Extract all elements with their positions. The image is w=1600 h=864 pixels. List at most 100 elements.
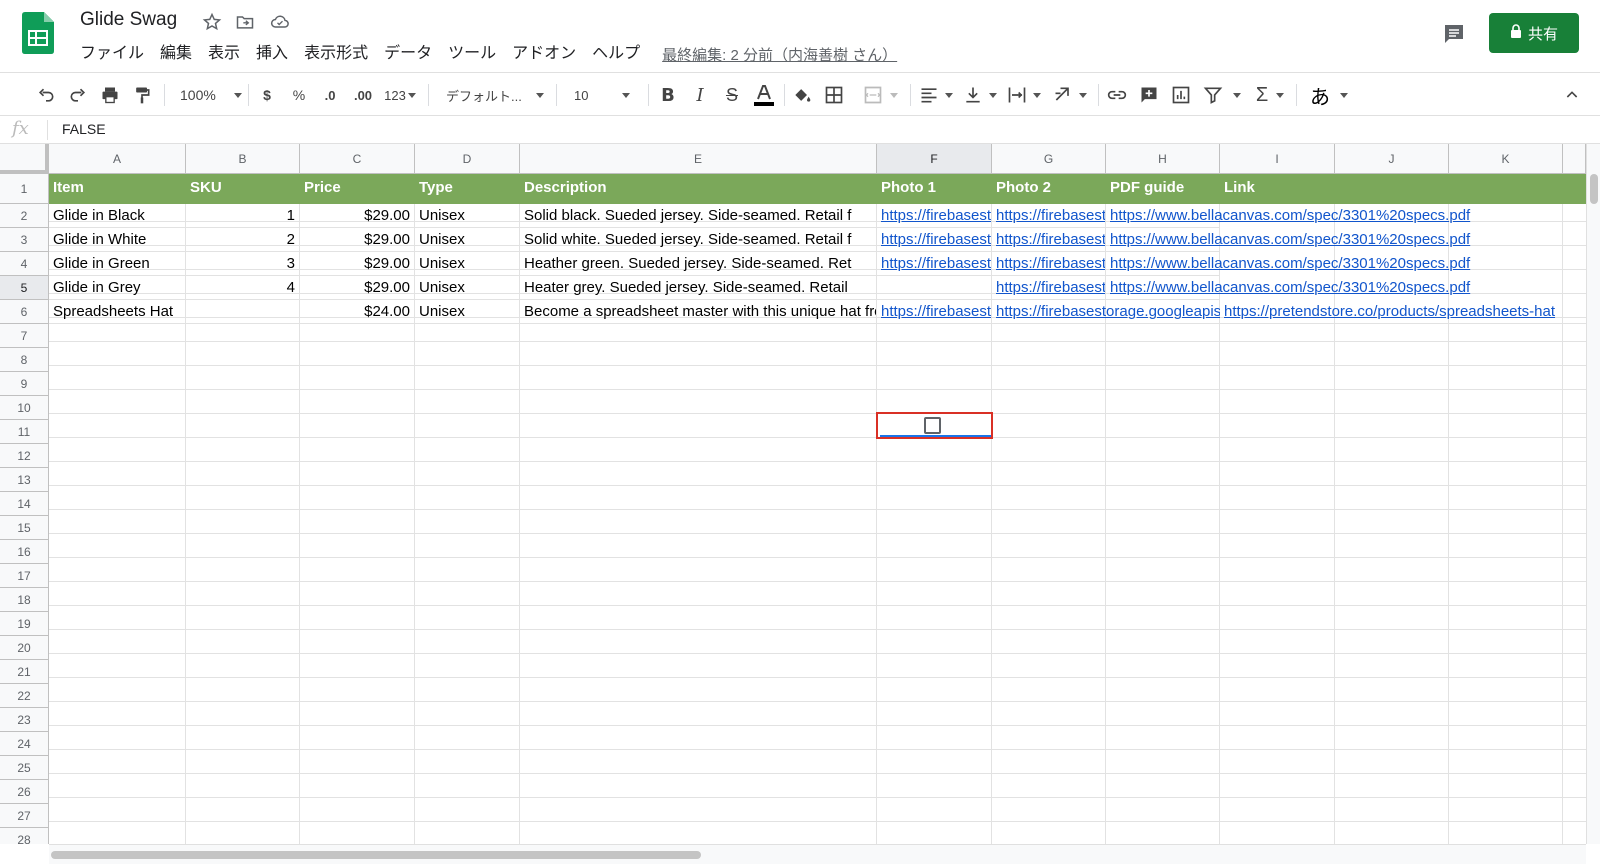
cell-type[interactable]: Unisex — [415, 300, 520, 324]
cell-price[interactable]: $29.00 — [300, 204, 415, 228]
row-header[interactable]: 22 — [0, 684, 49, 708]
column-header-f[interactable]: F — [877, 144, 992, 174]
header-cell[interactable]: Photo 1 — [877, 174, 992, 204]
cell-sku[interactable] — [186, 300, 300, 324]
redo-icon[interactable] — [66, 80, 90, 110]
header-cell[interactable]: PDF guide — [1106, 174, 1220, 204]
menu-help[interactable]: ヘルプ — [584, 42, 648, 66]
menu-edit[interactable]: 編集 — [152, 42, 200, 66]
cell-photo2-link[interactable]: https://firebasest — [992, 276, 1106, 300]
merge-cells-icon[interactable] — [856, 80, 904, 110]
row-header[interactable]: 1 — [0, 174, 49, 204]
cell-description[interactable]: Heater grey. Sueded jersey. Side-seamed.… — [520, 276, 877, 300]
row-header[interactable]: 20 — [0, 636, 49, 660]
row-header[interactable]: 12 — [0, 444, 49, 468]
filter-icon[interactable] — [1200, 80, 1244, 110]
cell-description[interactable]: Solid black. Sueded jersey. Side-seamed.… — [520, 204, 877, 228]
move-folder-icon[interactable] — [233, 10, 257, 34]
row-header[interactable]: 3 — [0, 228, 49, 252]
last-edit-link[interactable]: 最終編集: 2 分前（内海善樹 さん） — [662, 44, 897, 65]
align-horizontal-icon[interactable] — [916, 80, 956, 110]
cell-sku[interactable]: 1 — [186, 204, 300, 228]
comment-insert-icon[interactable] — [1136, 80, 1162, 110]
checkbox-icon[interactable] — [924, 417, 941, 434]
cell-sku[interactable]: 4 — [186, 276, 300, 300]
header-cell[interactable]: Photo 2 — [992, 174, 1106, 204]
collapse-icon[interactable] — [1560, 80, 1584, 110]
number-format-select[interactable]: 123 — [380, 80, 420, 110]
cell-sku[interactable]: 3 — [186, 252, 300, 276]
cell-price[interactable]: $24.00 — [300, 300, 415, 324]
column-header-h[interactable]: H — [1106, 144, 1220, 174]
cell-photo2-link[interactable]: https://firebasest — [992, 204, 1106, 228]
cell-type[interactable]: Unisex — [415, 204, 520, 228]
cell-pdf-link[interactable]: https://www.bellacanvas.com/spec/3301%20… — [1106, 276, 1470, 300]
column-header-e[interactable]: E — [520, 144, 877, 174]
menu-addons[interactable]: アドオン — [504, 42, 584, 66]
text-color-icon[interactable] — [752, 80, 776, 110]
undo-icon[interactable] — [34, 80, 58, 110]
bold-icon[interactable]: B — [658, 80, 678, 110]
row-header[interactable]: 23 — [0, 708, 49, 732]
row-header[interactable]: 25 — [0, 756, 49, 780]
cell-type[interactable]: Unisex — [415, 252, 520, 276]
row-header[interactable]: 28 — [0, 828, 49, 844]
spreadsheet-grid[interactable]: A B C D E F G H I J K 1 2 3 4 5 6 7 8 9 … — [0, 144, 1586, 844]
header-cell[interactable]: Description — [520, 174, 877, 204]
cell-item[interactable]: Spreadsheets Hat — [49, 300, 186, 324]
select-all-corner[interactable] — [0, 144, 49, 174]
cell-item[interactable]: Glide in Grey — [49, 276, 186, 300]
row-header[interactable]: 11 — [0, 420, 49, 444]
link-icon[interactable] — [1104, 80, 1130, 110]
menu-view[interactable]: 表示 — [200, 42, 248, 66]
menu-format[interactable]: 表示形式 — [296, 42, 376, 66]
cell-photo1-link[interactable]: https://firebasest — [877, 228, 992, 252]
row-header[interactable]: 16 — [0, 540, 49, 564]
row-header[interactable]: 24 — [0, 732, 49, 756]
sheets-logo-icon[interactable] — [22, 12, 54, 54]
header-cell[interactable]: Item — [49, 174, 186, 204]
document-title[interactable]: Glide Swag — [80, 9, 177, 31]
column-header-d[interactable]: D — [415, 144, 520, 174]
row-header[interactable]: 2 — [0, 204, 49, 228]
horizontal-scroll-thumb[interactable] — [51, 851, 701, 859]
font-select[interactable]: デフォルト... — [436, 80, 548, 110]
currency-format-button[interactable]: $ — [256, 80, 278, 110]
row-header[interactable]: 15 — [0, 516, 49, 540]
cell-description[interactable]: Solid white. Sueded jersey. Side-seamed.… — [520, 228, 877, 252]
menu-insert[interactable]: 挿入 — [248, 42, 296, 66]
cell-sku[interactable]: 2 — [186, 228, 300, 252]
column-header-b[interactable]: B — [186, 144, 300, 174]
cell-price[interactable]: $29.00 — [300, 228, 415, 252]
header-cell[interactable]: Price — [300, 174, 415, 204]
comment-icon[interactable] — [1440, 20, 1468, 48]
menu-tools[interactable]: ツール — [440, 42, 504, 66]
fill-color-icon[interactable] — [790, 80, 814, 110]
decrease-decimal-button[interactable]: .0 — [316, 80, 344, 110]
vertical-scrollbar[interactable] — [1586, 144, 1600, 844]
strikethrough-icon[interactable]: S — [722, 80, 742, 110]
header-cell[interactable]: SKU — [186, 174, 300, 204]
cell-type[interactable]: Unisex — [415, 228, 520, 252]
menu-file[interactable]: ファイル — [72, 42, 152, 66]
cell-price[interactable]: $29.00 — [300, 252, 415, 276]
row-header[interactable]: 27 — [0, 804, 49, 828]
cell-pdf-link[interactable]: https://www.bellacanvas.com/spec/3301%20… — [1106, 252, 1470, 276]
cell-link[interactable]: https://pretendstore.co/products/spreads… — [1220, 300, 1586, 324]
cell-photo1-link[interactable]: https://firebasest — [877, 204, 992, 228]
row-header[interactable]: 8 — [0, 348, 49, 372]
star-icon[interactable] — [200, 10, 224, 34]
cell-price[interactable]: $29.00 — [300, 276, 415, 300]
column-header-g[interactable]: G — [992, 144, 1106, 174]
input-tools-select[interactable]: あ — [1304, 80, 1354, 110]
cell-description[interactable]: Become a spreadsheet master with this un… — [520, 300, 877, 324]
row-header[interactable]: 18 — [0, 588, 49, 612]
cell-photo2-link[interactable]: https://firebasestorage.googleapis. — [992, 300, 1220, 324]
cloud-status-icon[interactable] — [268, 10, 292, 34]
increase-decimal-button[interactable]: .00 — [348, 80, 378, 110]
row-header[interactable]: 9 — [0, 372, 49, 396]
text-wrap-icon[interactable] — [1004, 80, 1044, 110]
cell-description[interactable]: Heather green. Sueded jersey. Side-seame… — [520, 252, 877, 276]
row-header[interactable]: 10 — [0, 396, 49, 420]
menu-data[interactable]: データ — [376, 42, 440, 66]
